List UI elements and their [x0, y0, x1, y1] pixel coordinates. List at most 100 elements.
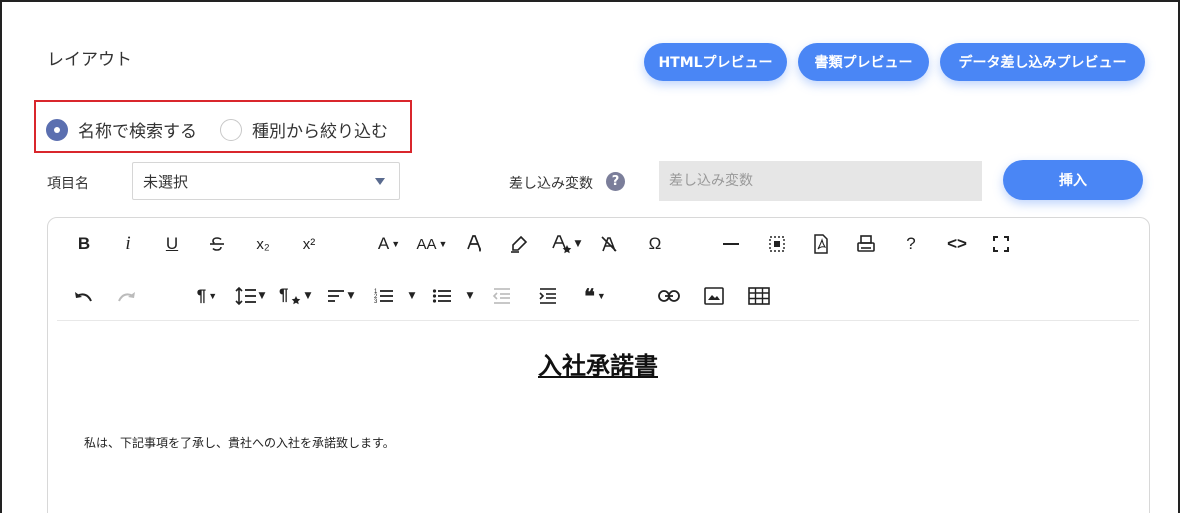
section-title: レイアウト: [47, 50, 132, 70]
underline-button[interactable]: U: [162, 231, 182, 257]
strikethrough-button[interactable]: [206, 231, 228, 257]
subscript-icon: x₂: [256, 235, 270, 253]
unordered-list-options-button[interactable]: ▼: [462, 283, 478, 309]
help-button[interactable]: ?: [902, 231, 920, 257]
merge-variable-input[interactable]: [659, 161, 982, 201]
svg-text:¶: ¶: [279, 285, 288, 304]
paragraph-format-button[interactable]: ¶ ▼: [191, 283, 223, 309]
merge-variable-label: 差し込み変数: [509, 176, 593, 192]
pdf-export-button[interactable]: [810, 231, 832, 257]
undo-icon: [75, 292, 92, 302]
ordered-list-icon: 123: [374, 289, 393, 305]
font-size-icon: AA: [416, 235, 437, 253]
subscript-button[interactable]: x₂: [250, 231, 276, 257]
doc-preview-button[interactable]: 書類プレビュー: [798, 43, 929, 81]
help-icon[interactable]: ?: [606, 172, 625, 191]
indent-icon: [539, 288, 556, 304]
caret-down-icon: ▼: [391, 239, 401, 249]
code-view-button[interactable]: <>: [944, 231, 970, 257]
font-family-button[interactable]: A ▼: [372, 231, 406, 257]
insert-image-button[interactable]: [702, 283, 726, 309]
item-name-label: 項目名: [47, 176, 89, 192]
undo-button[interactable]: [72, 283, 94, 309]
table-icon: [748, 287, 770, 305]
outdent-button[interactable]: [490, 283, 514, 309]
superscript-icon: x²: [302, 235, 316, 253]
special-chars-button[interactable]: Ω: [644, 231, 666, 257]
merge-preview-button[interactable]: データ差し込みプレビュー: [940, 43, 1145, 81]
clear-format-icon: [601, 236, 617, 252]
item-name-select[interactable]: 未選択: [132, 162, 400, 200]
omega-icon: Ω: [648, 234, 662, 253]
document-body[interactable]: 私は、下記事項を了承し、貴社への入社を承諾致します。: [84, 434, 395, 451]
insert-link-button[interactable]: [656, 283, 682, 309]
link-icon: [658, 290, 680, 302]
select-all-icon: [769, 236, 785, 252]
underline-icon: U: [165, 234, 179, 253]
highlight-button[interactable]: [508, 231, 530, 257]
paragraph-style-star-icon: ¶: [279, 285, 300, 305]
text-style-button[interactable]: ▼: [548, 231, 584, 257]
html-preview-button[interactable]: HTMLプレビュー: [644, 43, 787, 81]
ordered-list-options-button[interactable]: ▼: [404, 283, 420, 309]
fullscreen-icon: [993, 236, 1009, 252]
caret-down-icon: ▼: [466, 291, 474, 301]
fullscreen-button[interactable]: [990, 231, 1012, 257]
redo-button[interactable]: [116, 283, 138, 309]
caret-down-icon: ▼: [438, 239, 448, 249]
highlighter-icon: [511, 235, 528, 253]
quote-icon: ❝: [584, 285, 595, 308]
radio-search-by-name[interactable]: 名称で検索する: [46, 117, 197, 142]
line-height-button[interactable]: ▼: [232, 283, 268, 309]
radio-selected-icon: [46, 118, 68, 141]
toolbar-divider: [57, 320, 1139, 321]
select-all-button[interactable]: [766, 231, 788, 257]
insert-button[interactable]: 挿入: [1003, 160, 1143, 200]
pdf-icon: [814, 234, 828, 254]
caret-down-icon: ▼: [408, 291, 416, 301]
bold-icon: B: [77, 234, 91, 253]
document-title[interactable]: 入社承諾書: [0, 346, 1180, 381]
radio-label: 種別から絞り込む: [252, 122, 388, 142]
paragraph-icon: ¶: [196, 286, 207, 305]
align-left-icon: [327, 290, 344, 302]
align-button[interactable]: ▼: [322, 283, 358, 309]
code-icon: <>: [947, 234, 967, 253]
radio-filter-by-type[interactable]: 種別から絞り込む: [220, 117, 388, 142]
caret-down-icon: ▼: [208, 291, 218, 301]
item-name-value: 未選択: [143, 172, 189, 191]
radio-unselected-icon: [220, 118, 242, 141]
italic-button[interactable]: i: [120, 231, 136, 257]
caret-down-icon: ▼: [574, 239, 582, 249]
svg-text:3: 3: [374, 299, 378, 305]
clear-format-button[interactable]: [598, 231, 620, 257]
caret-down-icon: ▼: [258, 291, 266, 301]
horizontal-line-button[interactable]: [720, 231, 742, 257]
superscript-button[interactable]: x²: [296, 231, 322, 257]
italic-icon: i: [125, 233, 131, 254]
font-family-icon: A: [377, 234, 390, 253]
unordered-list-button[interactable]: [430, 283, 454, 309]
caret-down-icon: ▼: [304, 291, 312, 301]
caret-down-icon: ▼: [596, 291, 606, 301]
horizontal-line-icon: [723, 243, 739, 245]
question-icon: ?: [906, 234, 916, 253]
text-color-button[interactable]: [464, 231, 486, 257]
line-height-icon: [234, 286, 256, 306]
ordered-list-button[interactable]: 123: [372, 283, 396, 309]
outdent-icon: [492, 288, 510, 304]
caret-down-icon: ▼: [347, 291, 355, 301]
indent-button[interactable]: [536, 283, 560, 309]
bold-button[interactable]: B: [74, 231, 94, 257]
caret-down-icon: [375, 178, 385, 185]
text-color-icon: [467, 235, 481, 252]
text-style-star-icon: [551, 235, 571, 254]
image-icon: [704, 287, 724, 305]
print-button[interactable]: [854, 231, 878, 257]
quote-button[interactable]: ❝ ▼: [576, 283, 614, 309]
unordered-list-icon: [432, 289, 451, 303]
redo-icon: [118, 292, 135, 302]
insert-table-button[interactable]: [746, 283, 772, 309]
font-size-button[interactable]: AA ▼: [413, 231, 451, 257]
paragraph-style-button[interactable]: ¶ ▼: [276, 283, 314, 309]
